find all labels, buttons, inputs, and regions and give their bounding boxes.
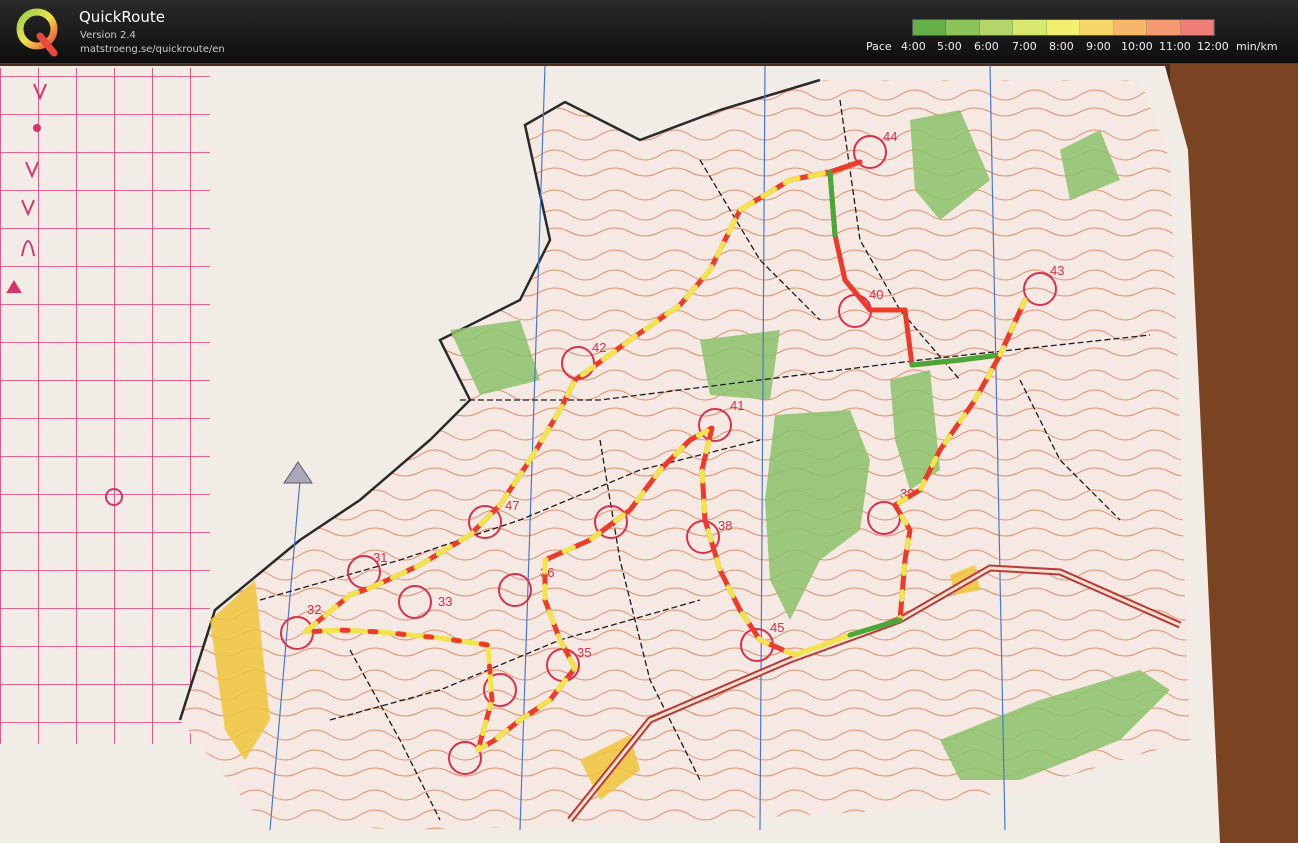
pace-color-swatch	[1046, 20, 1081, 35]
pace-tick: 7:00	[1012, 40, 1037, 53]
map-canvas[interactable]: 31 32 33 35 36 38 39 40 41 42 43 44 45 4…	[0, 64, 1298, 843]
pace-color-swatch	[1113, 20, 1148, 35]
pace-color-swatch	[1180, 20, 1214, 35]
pace-tick: 5:00	[937, 40, 962, 53]
pace-tick: 6:00	[974, 40, 999, 53]
pace-tick: 8:00	[1049, 40, 1074, 53]
control-number: 33	[438, 594, 452, 609]
pace-unit: min/km	[1236, 40, 1278, 53]
control-number: 45	[770, 620, 784, 635]
control-number: 44	[883, 129, 897, 144]
pace-label: Pace	[866, 40, 892, 53]
pace-color-swatch	[1013, 20, 1047, 35]
control-number: 42	[592, 340, 606, 355]
orienteering-map-view[interactable]: 31 32 33 35 36 38 39 40 41 42 43 44 45 4…	[0, 64, 1298, 843]
control-number: 35	[577, 645, 591, 660]
app-version: Version 2.4	[80, 30, 136, 41]
pace-color-swatch	[979, 20, 1014, 35]
pace-tick: 9:00	[1086, 40, 1111, 53]
app-name: QuickRoute	[79, 8, 165, 26]
control-number: 32	[307, 602, 321, 617]
quickroute-logo-icon	[16, 8, 58, 57]
control-number: 40	[869, 287, 883, 302]
pace-color-swatch	[913, 20, 947, 35]
app-url-link[interactable]: matstroeng.se/quickroute/en	[80, 44, 225, 55]
pace-color-swatch	[1147, 20, 1181, 35]
control-number: 38	[718, 518, 732, 533]
pace-tick: 12:00	[1197, 40, 1229, 53]
control-number: 47	[505, 498, 519, 513]
app-header: QuickRoute Version 2.4 matstroeng.se/qui…	[0, 0, 1298, 64]
pace-color-swatch	[946, 20, 980, 35]
pace-color-swatch	[1080, 20, 1114, 35]
pace-color-scale	[912, 19, 1215, 36]
pace-tick: 10:00	[1121, 40, 1153, 53]
control-description-grid	[0, 68, 210, 744]
control-number: 43	[1050, 263, 1064, 278]
pace-tick: 11:00	[1159, 40, 1191, 53]
pace-tick: 4:00	[901, 40, 926, 53]
control-number: 31	[373, 550, 387, 565]
control-number: 41	[730, 398, 744, 413]
